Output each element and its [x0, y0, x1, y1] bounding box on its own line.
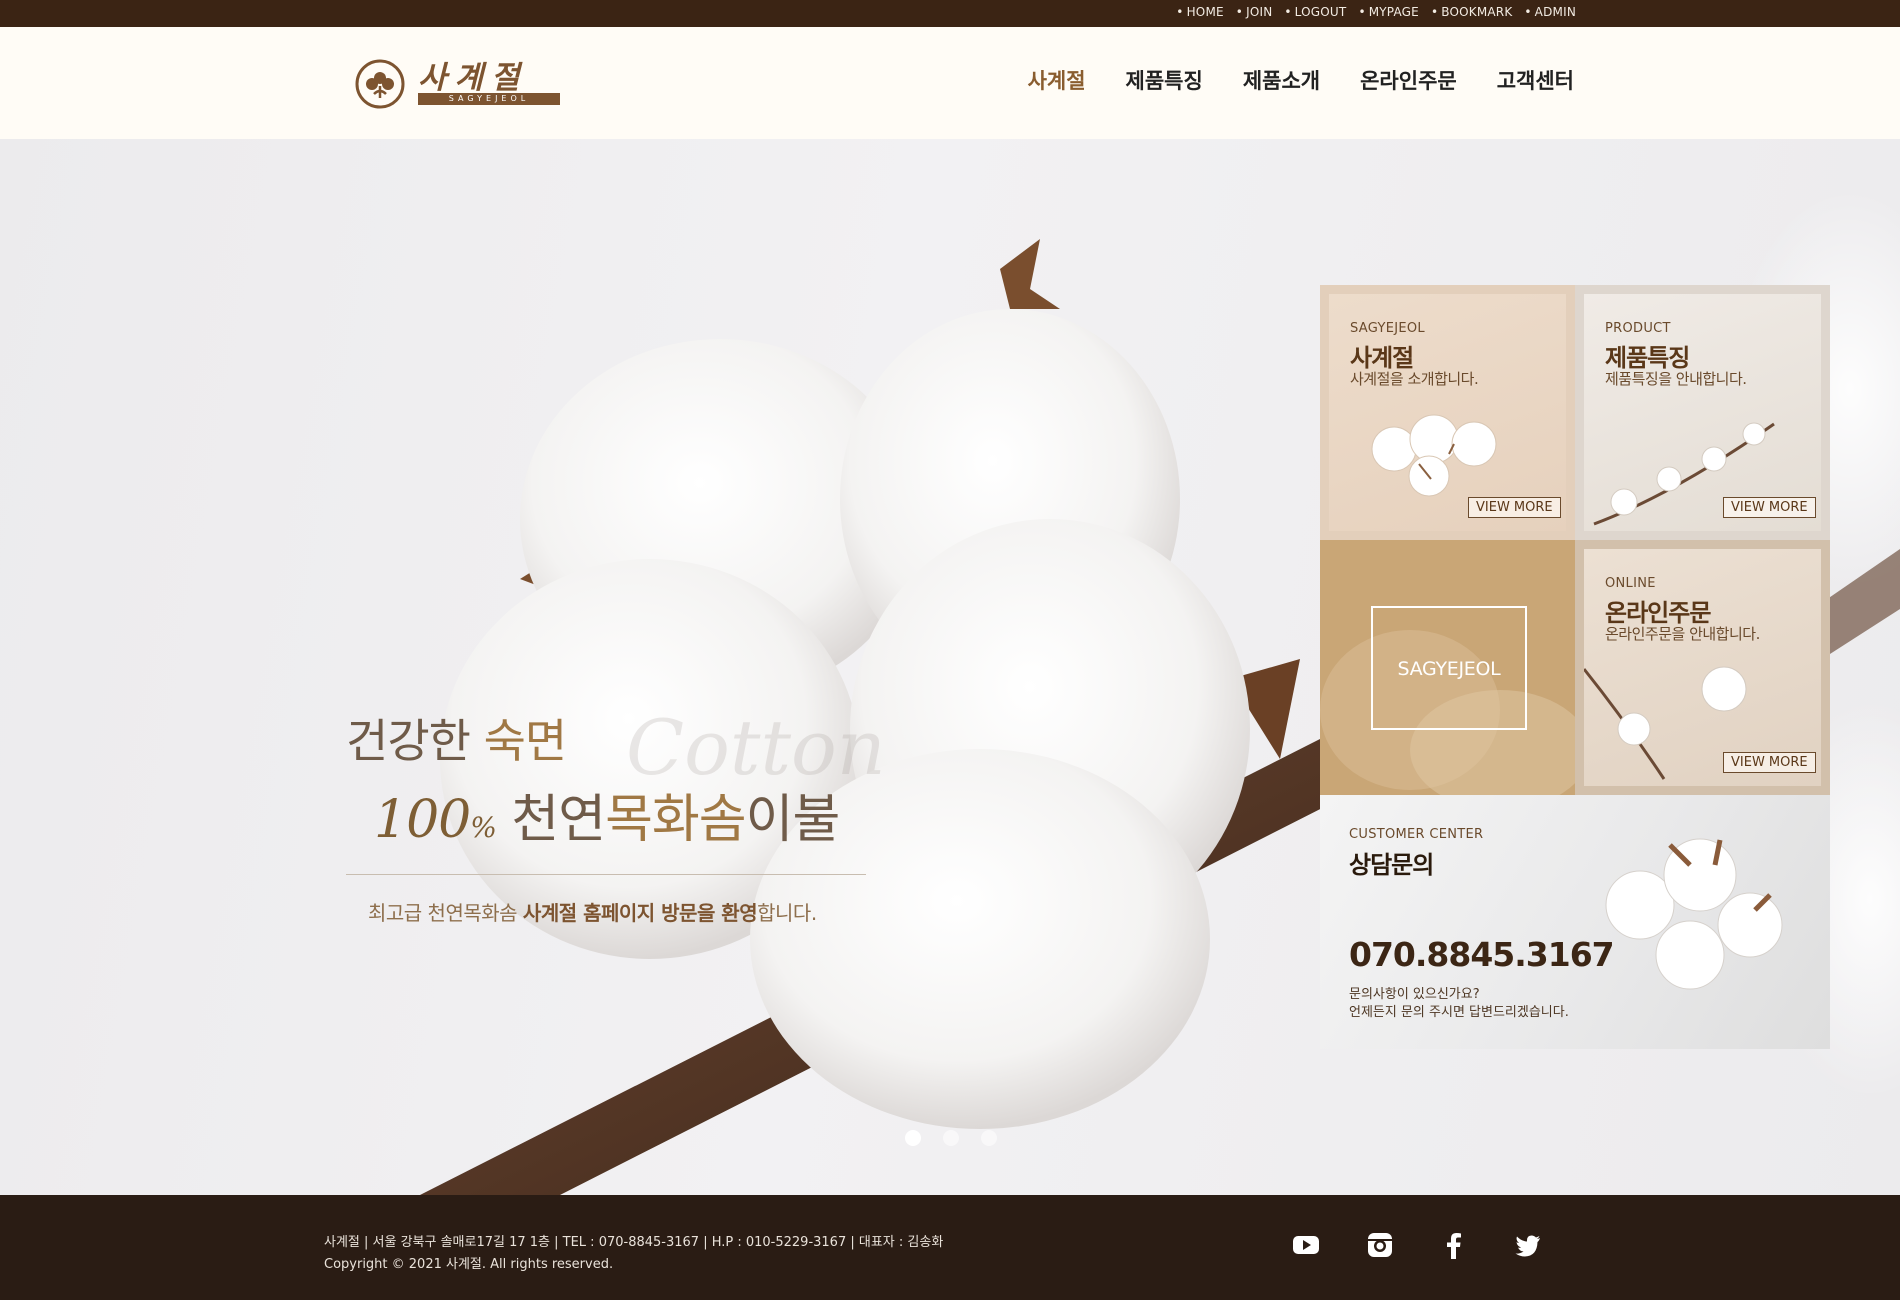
- nav-item-sagyejeol[interactable]: 사계절: [1028, 65, 1086, 95]
- quick-box-product-panel: PRODUCT 제품특징 제품특징을 안내합니다. VIEW MORE: [1584, 294, 1821, 531]
- utility-link-bookmark[interactable]: BOOKMARK: [1431, 5, 1512, 19]
- utility-link-join[interactable]: JOIN: [1236, 5, 1273, 19]
- social-links: [1292, 1231, 1542, 1259]
- box-online-eyebrow: ONLINE: [1605, 576, 1656, 591]
- cotton-logo-icon: [355, 59, 405, 109]
- quick-box-customer-center[interactable]: CUSTOMER CENTER 상담문의 070.8845.3167 문의사항이…: [1320, 795, 1830, 1049]
- utility-link-mypage[interactable]: MYPAGE: [1358, 5, 1419, 19]
- quick-menu-grid: SAGYEJEOL 사계절 사계절을 소개합니다. VIEW MORE PROD…: [1320, 285, 1830, 1049]
- quick-box-online-order[interactable]: ONLINE 온라인주문 온라인주문을 안내합니다. VIEW MORE: [1575, 540, 1830, 795]
- instagram-icon[interactable]: [1366, 1231, 1394, 1259]
- main-navigation: 사계절 제품특징 제품소개 온라인주문 고객센터: [1028, 65, 1574, 95]
- hero-subtitle: 최고급 천연목화솜 사계절 홈페이지 방문을 환영합니다.: [368, 901, 817, 925]
- slider-dot-3[interactable]: [981, 1130, 997, 1146]
- nav-item-features[interactable]: 제품특징: [1126, 65, 1203, 95]
- brand-label: SAGYEJEOL: [1397, 658, 1501, 680]
- site-footer: 사계절 | 서울 강북구 솔매로17길 17 1층 | TEL : 070-88…: [0, 1195, 1900, 1300]
- customer-phone-number: 070.8845.3167: [1349, 935, 1615, 974]
- utility-link-logout[interactable]: LOGOUT: [1284, 5, 1347, 19]
- nav-item-online-order[interactable]: 온라인주문: [1360, 65, 1457, 95]
- cotton-bolls-image: [1371, 414, 1497, 497]
- facebook-icon[interactable]: [1440, 1231, 1468, 1259]
- hero-watermark-text: Cotton: [626, 703, 886, 792]
- hero-headline: Cotton 건강한 숙면 100% 천연목화솜이불 최고급 천연목화솜 사계절…: [346, 703, 886, 926]
- box-about-desc: 사계절을 소개합니다.: [1350, 370, 1479, 388]
- top-utility-bar: HOME JOIN LOGOUT MYPAGE BOOKMARK ADMIN: [0, 0, 1900, 27]
- quick-box-brand[interactable]: SAGYEJEOL: [1320, 540, 1575, 795]
- box-product-view-more-button[interactable]: VIEW MORE: [1723, 497, 1816, 518]
- nav-item-customer-center[interactable]: 고객센터: [1497, 65, 1574, 95]
- slider-dot-2[interactable]: [943, 1130, 959, 1146]
- utility-links: HOME JOIN LOGOUT MYPAGE BOOKMARK ADMIN: [1176, 5, 1576, 19]
- logo-subtitle: SAGYEJEOL: [418, 93, 560, 105]
- footer-company-info: 사계절 | 서울 강북구 솔매로17길 17 1층 | TEL : 070-88…: [324, 1235, 944, 1250]
- site-header: 사계절 SAGYEJEOL 사계절 제품특징 제품소개 온라인주문 고객센터: [0, 27, 1900, 139]
- hero-divider: [346, 874, 866, 875]
- logo-wordmark: 사계절: [418, 60, 528, 96]
- cotton-cluster-image: [1605, 838, 1783, 990]
- box-customer-title: 상담문의: [1349, 851, 1434, 879]
- box-online-desc: 온라인주문을 안내합니다.: [1605, 625, 1760, 643]
- customer-note-line2: 언제든지 문의 주시면 답변드리겠습니다.: [1349, 1005, 1569, 1020]
- quick-box-online-panel: ONLINE 온라인주문 온라인주문을 안내합니다. VIEW MORE: [1584, 549, 1821, 786]
- box-customer-eyebrow: CUSTOMER CENTER: [1349, 827, 1484, 842]
- youtube-icon[interactable]: [1292, 1231, 1320, 1259]
- quick-box-about[interactable]: SAGYEJEOL 사계절 사계절을 소개합니다. VIEW MORE: [1320, 285, 1575, 540]
- slider-pagination: [905, 1130, 997, 1146]
- nav-item-products[interactable]: 제품소개: [1243, 65, 1320, 95]
- slider-dot-1[interactable]: [905, 1130, 921, 1146]
- twitter-icon[interactable]: [1514, 1231, 1542, 1259]
- utility-link-home[interactable]: HOME: [1176, 5, 1224, 19]
- quick-box-product[interactable]: PRODUCT 제품특징 제품특징을 안내합니다. VIEW MORE: [1575, 285, 1830, 540]
- utility-link-admin[interactable]: ADMIN: [1524, 5, 1576, 19]
- box-about-view-more-button[interactable]: VIEW MORE: [1468, 497, 1561, 518]
- box-product-desc: 제품특징을 안내합니다.: [1605, 370, 1747, 388]
- site-logo[interactable]: 사계절 SAGYEJEOL: [354, 52, 564, 112]
- box-online-view-more-button[interactable]: VIEW MORE: [1723, 752, 1816, 773]
- quick-box-about-panel: SAGYEJEOL 사계절 사계절을 소개합니다. VIEW MORE: [1329, 294, 1566, 531]
- customer-note-line1: 문의사항이 있으신가요?: [1349, 987, 1480, 1002]
- box-about-eyebrow: SAGYEJEOL: [1350, 321, 1425, 336]
- footer-copyright: Copyright © 2021 사계절. All rights reserve…: [324, 1257, 614, 1272]
- box-product-eyebrow: PRODUCT: [1605, 321, 1671, 336]
- brand-frame: SAGYEJEOL: [1371, 606, 1527, 730]
